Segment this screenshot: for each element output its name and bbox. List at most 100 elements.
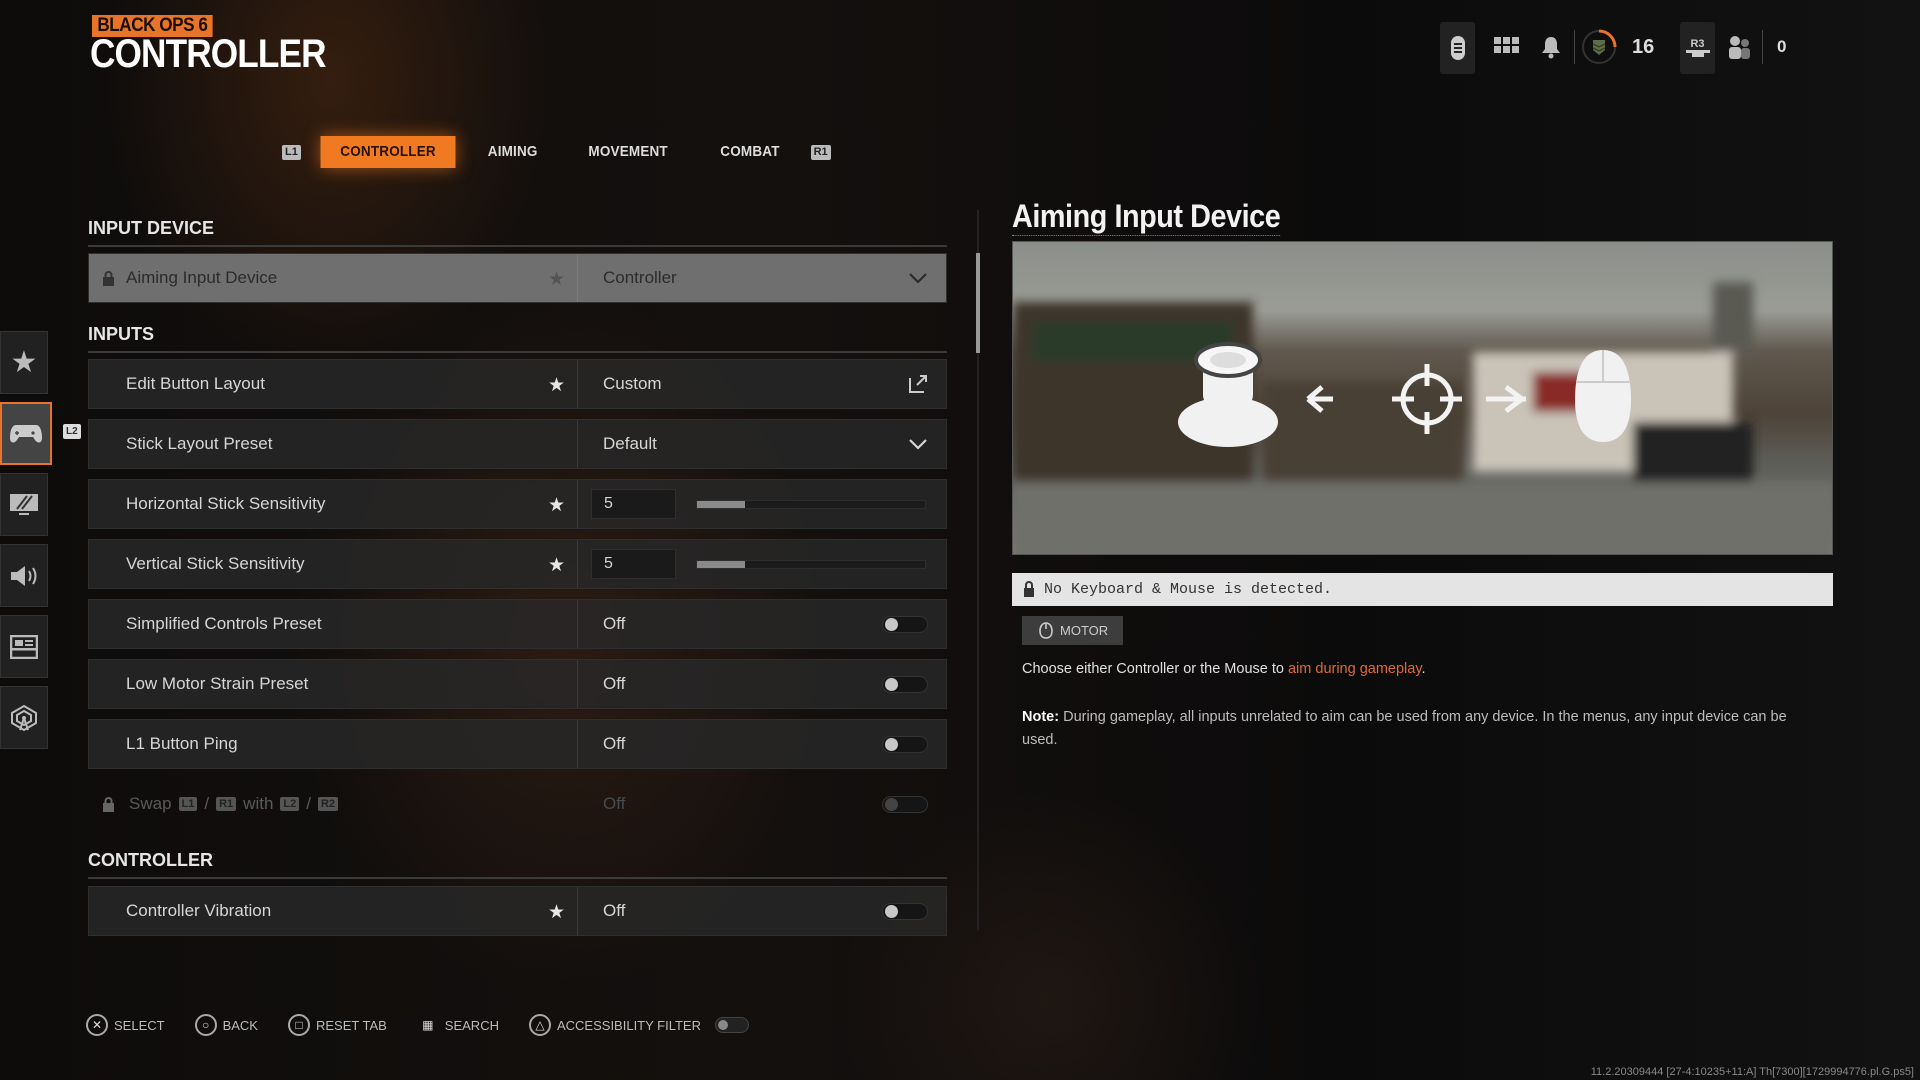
- button-badge: L1: [178, 797, 198, 811]
- setting-row[interactable]: Controller Vibration ★ Off: [88, 886, 947, 936]
- favorite-star-icon[interactable]: ★: [548, 374, 565, 397]
- setting-label-cell: Aiming Input Device ★: [89, 254, 578, 302]
- favorite-star-icon[interactable]: ★: [548, 901, 565, 924]
- build-version: 11.2.20309444 [27-4:10235+11:A] Th[7300]…: [1590, 1066, 1914, 1078]
- prompt-select[interactable]: ✕ SELECT: [86, 1014, 165, 1036]
- setting-value-cell[interactable]: Custom: [578, 360, 946, 408]
- setting-value-cell[interactable]: Off: [578, 660, 946, 708]
- prompt-reset-tab[interactable]: □ RESET TAB: [287, 1014, 387, 1036]
- setting-value: Off: [603, 734, 626, 753]
- bell-icon: [1542, 37, 1560, 59]
- sidebar-item-audio[interactable]: [0, 544, 48, 607]
- toggle-switch: [882, 795, 928, 813]
- prompt-search[interactable]: ▦ SEARCH: [417, 1014, 499, 1036]
- setting-value-cell[interactable]: Off: [578, 780, 946, 828]
- setting-value: Off: [603, 794, 626, 813]
- setting-row[interactable]: Stick Layout Preset Default: [88, 419, 947, 469]
- setting-row[interactable]: Horizontal Stick Sensitivity ★ 5: [88, 479, 947, 529]
- setting-label-cell: Horizontal Stick Sensitivity ★: [89, 480, 578, 528]
- sidebar-item-favorites[interactable]: ★: [0, 331, 48, 394]
- sidebar-item-network[interactable]: [0, 686, 48, 749]
- display-icon: [10, 493, 38, 515]
- button-badge: L2: [280, 797, 300, 811]
- prompt-label: SEARCH: [444, 1017, 499, 1033]
- setting-value-cell[interactable]: Off: [578, 887, 946, 935]
- setting-value-cell[interactable]: 5: [578, 480, 946, 528]
- setting-label-cell: L1 Button Ping: [89, 720, 578, 768]
- divider: [1762, 30, 1763, 64]
- description-text: Choose either Controller or the Mouse to: [1022, 661, 1288, 677]
- accessibility-filter-toggle[interactable]: [715, 1017, 749, 1033]
- setting-value: Off: [603, 674, 626, 693]
- apps-button[interactable]: [1494, 36, 1520, 56]
- toggle-switch[interactable]: [882, 735, 928, 753]
- prompt-accessibility-filter[interactable]: △ ACCESSIBILITY FILTER: [528, 1014, 701, 1036]
- touchpad-icon: ▦: [422, 1018, 434, 1032]
- setting-value-cell[interactable]: Off: [578, 600, 946, 648]
- setting-label: L1 Button Ping: [126, 734, 238, 753]
- sensitivity-slider[interactable]: [696, 499, 926, 509]
- section-input-device: INPUT DEVICE: [88, 218, 947, 247]
- motor-tag: MOTOR: [1022, 616, 1123, 645]
- sensitivity-value-input[interactable]: 5: [591, 549, 676, 579]
- notifications-button[interactable]: [1539, 34, 1563, 60]
- lock-icon: [103, 797, 114, 812]
- setting-row[interactable]: Aiming Input Device ★ Controller: [88, 253, 947, 303]
- sidebar-item-interface[interactable]: [0, 615, 48, 678]
- setting-value-cell[interactable]: Controller: [578, 254, 946, 302]
- detail-description: Choose either Controller or the Mouse to…: [1022, 661, 1426, 677]
- setting-row[interactable]: Simplified Controls Preset Off: [88, 599, 947, 649]
- favorite-star-icon[interactable]: ★: [548, 554, 565, 577]
- tab-bar: L1 CONTROLLER AIMING MOVEMENT COMBAT R1: [282, 136, 831, 168]
- tab-movement[interactable]: MOVEMENT: [569, 136, 688, 168]
- setting-row[interactable]: Edit Button Layout ★ Custom: [88, 359, 947, 409]
- party-icon: [1685, 50, 1710, 57]
- setting-row[interactable]: Low Motor Strain Preset Off: [88, 659, 947, 709]
- setting-label-cell: Swap L1 / R1 with L2 / R2: [89, 780, 578, 828]
- setting-label-cell: Stick Layout Preset: [89, 420, 578, 468]
- sidebar-item-controller[interactable]: [0, 402, 52, 465]
- party-button[interactable]: R3: [1680, 22, 1715, 74]
- setting-value: Off: [603, 614, 626, 633]
- scrollbar-thumb[interactable]: [976, 253, 980, 353]
- setting-label-part: /: [306, 794, 311, 813]
- setting-value: Default: [603, 434, 657, 453]
- setting-row[interactable]: Vertical Stick Sensitivity ★ 5: [88, 539, 947, 589]
- setting-value-cell[interactable]: Off: [578, 720, 946, 768]
- favorite-star-icon[interactable]: ★: [548, 268, 565, 291]
- menu-button[interactable]: [1440, 22, 1475, 74]
- toggle-switch[interactable]: [882, 902, 928, 920]
- settings-screen: BLACK OPS 6 CONTROLLER L1 CONTROLLER AIM…: [0, 0, 1920, 1080]
- favorite-star-icon[interactable]: ★: [548, 494, 565, 517]
- r3-label: R3: [1690, 38, 1705, 50]
- setting-value-cell[interactable]: 5: [578, 540, 946, 588]
- setting-value-cell[interactable]: Default: [578, 420, 946, 468]
- setting-row[interactable]: L1 Button Ping Off: [88, 719, 947, 769]
- r1-button-hint[interactable]: R1: [810, 144, 831, 160]
- setting-label: Controller Vibration: [126, 901, 272, 920]
- setting-label-part: with: [243, 794, 274, 813]
- prompt-back[interactable]: ○ BACK: [194, 1014, 258, 1036]
- tab-combat[interactable]: COMBAT: [700, 136, 799, 168]
- friends-button[interactable]: [1726, 34, 1752, 65]
- tab-controller[interactable]: CONTROLLER: [320, 136, 456, 168]
- circle-button-icon: ○: [194, 1014, 217, 1036]
- section-controller: CONTROLLER: [88, 850, 947, 879]
- section-inputs: INPUTS: [88, 324, 947, 353]
- rank-icon: [1581, 29, 1617, 65]
- triangle-button-icon: △: [528, 1014, 551, 1036]
- toggle-switch[interactable]: [882, 615, 928, 633]
- setting-label-cell: Vertical Stick Sensitivity ★: [89, 540, 578, 588]
- l1-button-hint[interactable]: L1: [282, 144, 301, 160]
- note-label: Note:: [1022, 709, 1060, 725]
- sensitivity-slider[interactable]: [696, 559, 926, 569]
- toggle-switch[interactable]: [882, 675, 928, 693]
- external-link-icon: [909, 375, 927, 393]
- rank-badge[interactable]: [1580, 28, 1618, 66]
- setting-value: Custom: [603, 374, 662, 393]
- sidebar-item-graphics[interactable]: [0, 473, 48, 536]
- cross-button-icon: ✕: [86, 1014, 108, 1036]
- lock-icon: [103, 271, 114, 286]
- tab-aiming[interactable]: AIMING: [468, 136, 557, 168]
- sensitivity-value-input[interactable]: 5: [591, 489, 676, 519]
